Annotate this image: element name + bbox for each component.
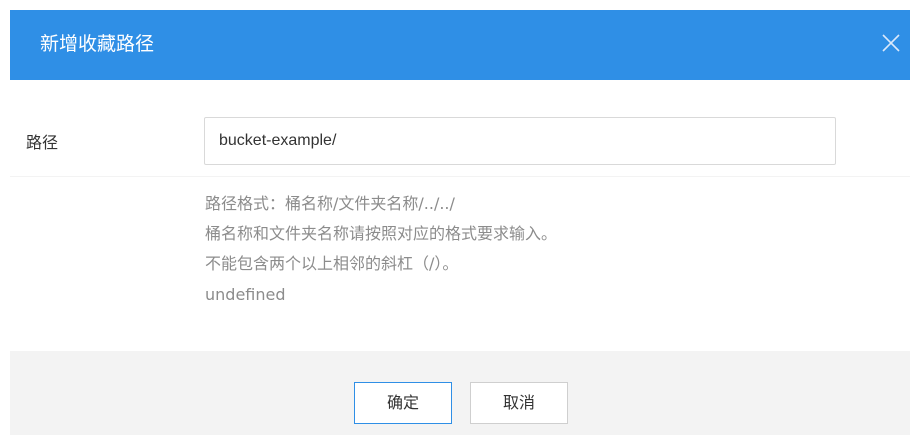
- path-label: 路径: [26, 133, 59, 152]
- hint-format: 路径格式：桶名称/文件夹名称/../../: [205, 194, 455, 213]
- add-favorite-path-dialog: 新增收藏路径 路径 路径格式：桶名称/文件夹名称/../../ 桶名称和文件夹名…: [0, 0, 910, 435]
- dialog-header: 新增收藏路径: [10, 10, 910, 80]
- cancel-button[interactable]: 取消: [470, 382, 568, 424]
- dialog-footer: 确定 取消: [10, 351, 910, 435]
- dialog-title: 新增收藏路径: [40, 33, 155, 55]
- hint-rules: 桶名称和文件夹名称请按照对应的格式要求输入。: [205, 224, 558, 243]
- path-input[interactable]: [204, 117, 836, 165]
- path-hint-block: 路径格式：桶名称/文件夹名称/../../ 桶名称和文件夹名称请按照对应的格式要…: [10, 176, 910, 327]
- confirm-button[interactable]: 确定: [354, 382, 452, 424]
- hint-slashes: 不能包含两个以上相邻的斜杠（/）。: [205, 254, 459, 273]
- hint-undefined: undefined: [205, 285, 286, 304]
- close-icon[interactable]: [876, 28, 906, 58]
